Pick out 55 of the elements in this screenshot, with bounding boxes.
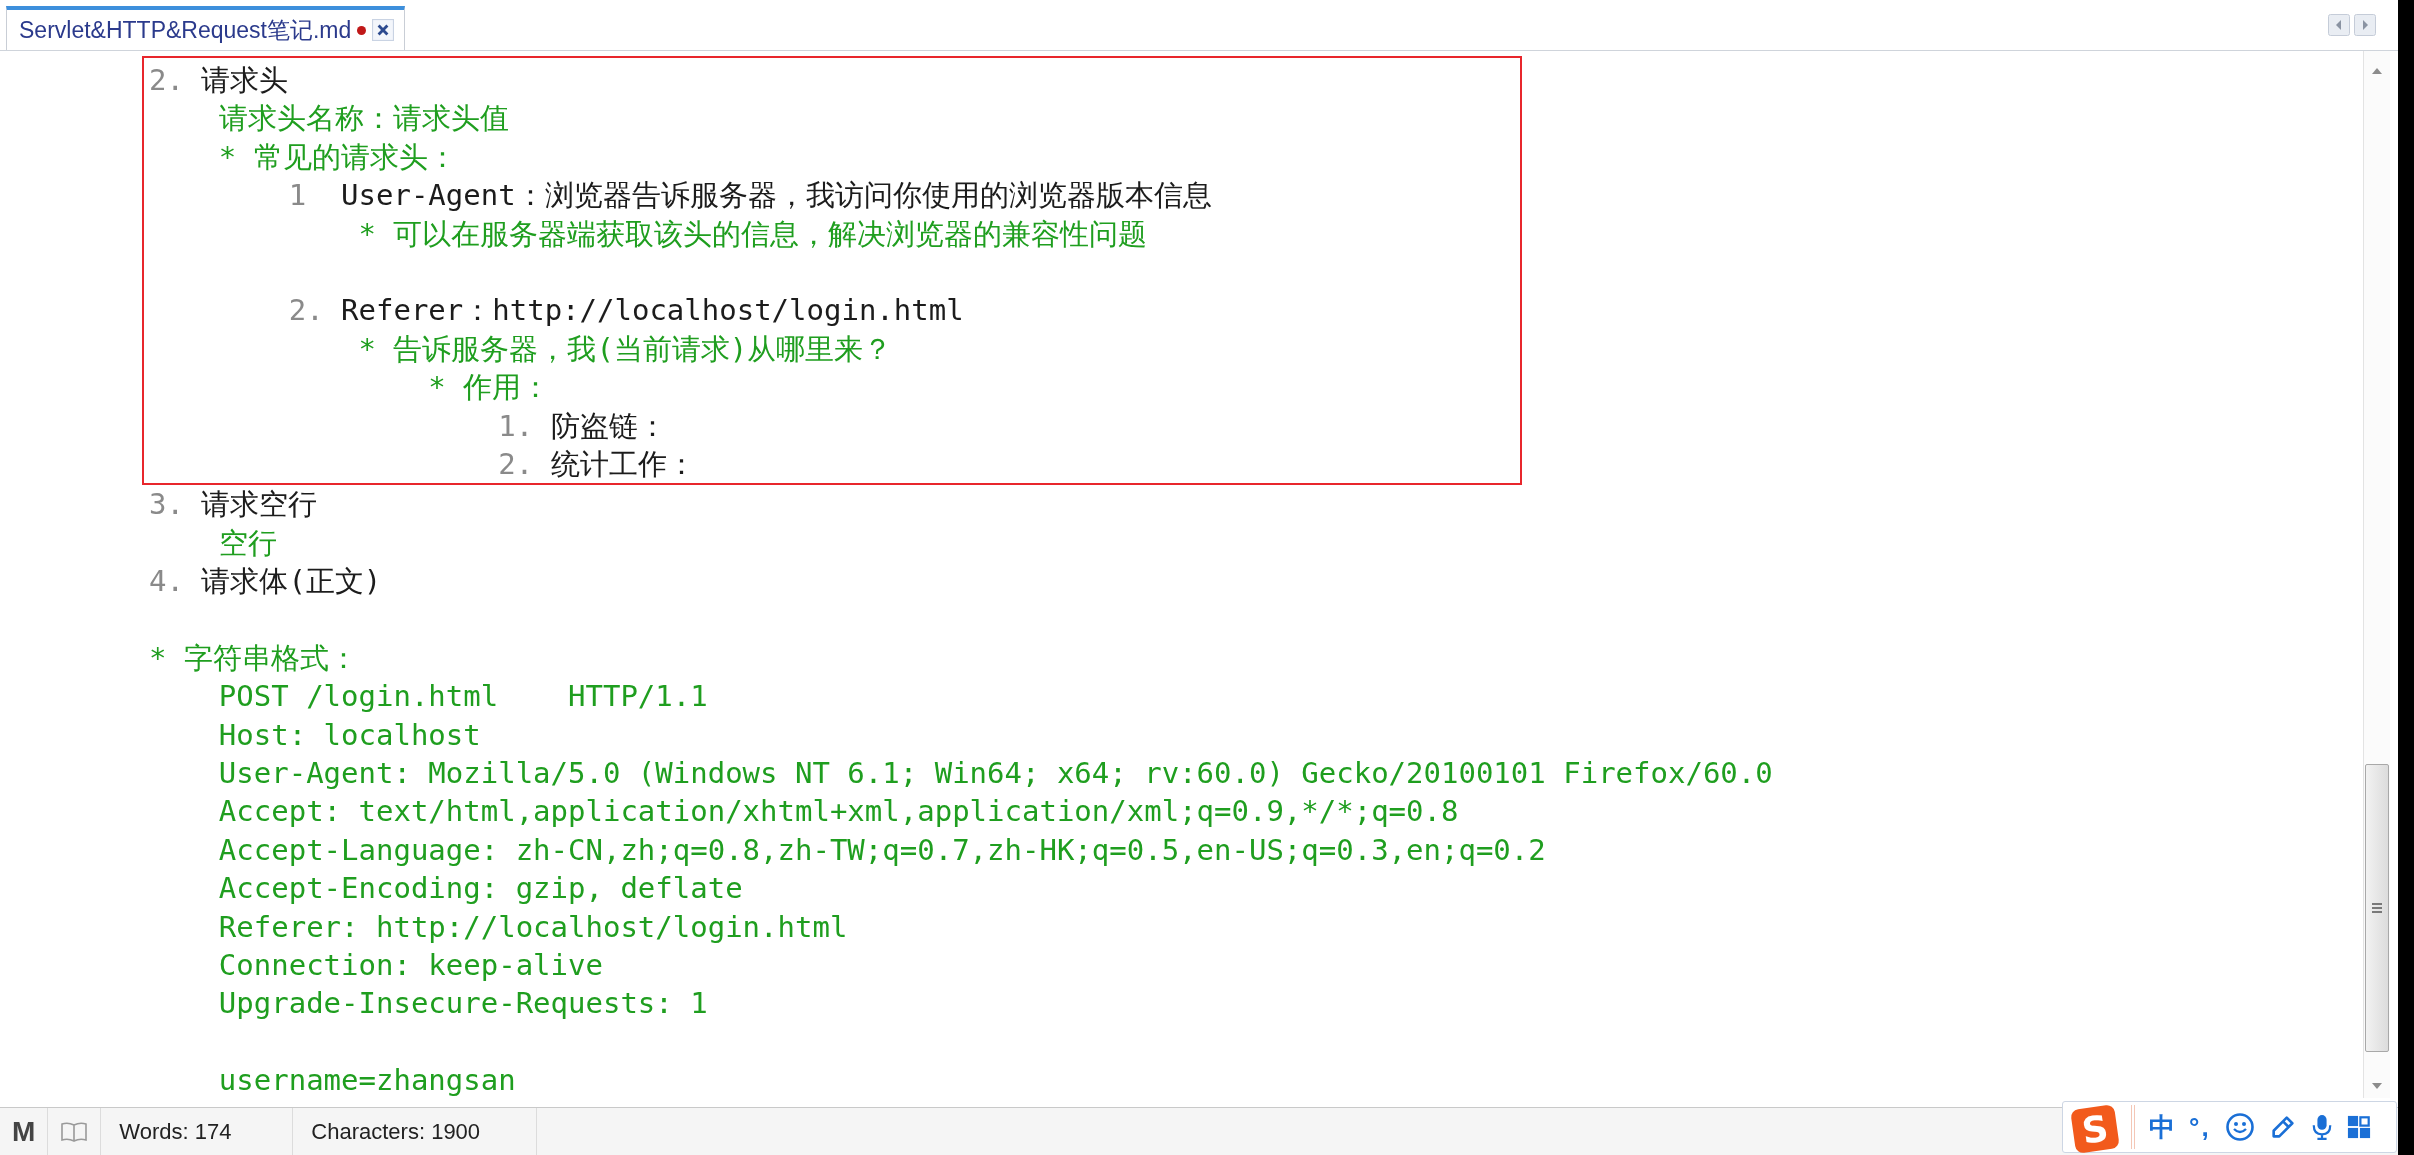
list-item-text: 统计工作：	[550, 445, 696, 483]
scroll-right-icon[interactable]	[2354, 14, 2376, 36]
code-line: Host: localhost	[218, 716, 481, 754]
grip-icon	[2372, 902, 2382, 914]
bullet-text: 字符串格式：	[183, 639, 358, 677]
code-line: Accept: text/html,application/xhtml+xml,application/xml;q=0.9,*/*;q=0.8	[218, 793, 1459, 831]
character-count: Characters: 1900	[311, 1118, 481, 1145]
file-tab[interactable]: Servlet&HTTP&Request笔记.md	[6, 6, 406, 50]
text-line: 空行	[218, 524, 277, 562]
bullet-marker: *	[358, 330, 377, 368]
list-number: 2.	[288, 292, 325, 330]
list-item-text: 请求空行	[201, 486, 318, 524]
markdown-mode-label[interactable]: M	[12, 1115, 36, 1148]
list-number: 3.	[149, 486, 185, 524]
scroll-down-icon[interactable]	[2371, 1082, 2383, 1090]
input-mode-toggle[interactable]: 中	[2149, 1109, 2175, 1145]
book-icon[interactable]	[60, 1120, 89, 1143]
bullet-marker: *	[358, 215, 377, 253]
close-icon[interactable]	[372, 19, 395, 41]
code-line: Accept-Encoding: gzip, deflate	[218, 870, 743, 908]
bullet-marker: *	[428, 369, 447, 407]
code-line: username=zhangsan	[218, 1062, 516, 1100]
scroll-up-icon[interactable]	[2371, 67, 2383, 75]
scrollbar-thumb[interactable]	[2365, 764, 2389, 1052]
bullet-text: 常见的请求头：	[253, 138, 457, 176]
grid-icon[interactable]	[2346, 1114, 2371, 1140]
code-line: Upgrade-Insecure-Requests: 1	[218, 985, 708, 1023]
list-number: 4.	[149, 563, 185, 601]
text-line: 请求头名称：请求头值	[218, 100, 509, 138]
code-line: Connection: keep-alive	[218, 947, 603, 984]
code-line: POST /login.html HTTP/1.1	[218, 678, 708, 716]
list-number: 2.	[149, 62, 185, 99]
list-number: 2.	[498, 445, 535, 483]
list-item-text: User-Agent：浏览器告诉服务器，我访问你使用的浏览器版本信息	[341, 177, 1212, 215]
list-item-text: Referer：http://localhost/login.html	[341, 292, 964, 330]
list-number: 1	[288, 177, 308, 215]
word-count: Words: 174	[119, 1118, 232, 1145]
bullet-text: 作用：	[463, 369, 551, 407]
bullet-text: 可以在服务器端获取该头的信息，解决浏览器的兼容性问题	[393, 215, 1148, 253]
list-number: 1.	[498, 407, 535, 445]
code-line: Referer: http://localhost/login.html	[218, 908, 848, 946]
list-item-text: 请求体(正文)	[201, 563, 382, 601]
microphone-icon[interactable]	[2310, 1112, 2333, 1142]
code-line: User-Agent: Mozilla/5.0 (Windows NT 6.1; Win64; x64; rv:60.0) Gecko/20100101 Firefox/60.0	[218, 755, 1773, 793]
code-line: Accept-Language: zh-CN,zh;q=0.8,zh-TW;q=0.7,zh-HK;q=0.5,en-US;q=0.3,en;q=0.2	[218, 831, 1546, 869]
tab-title: Servlet&HTTP&Request笔记.md	[19, 15, 352, 45]
bullet-text: 告诉服务器，我(当前请求)从哪里来？	[393, 330, 893, 368]
list-item-text: 请求头	[201, 62, 289, 99]
scroll-left-icon[interactable]	[2328, 14, 2350, 36]
input-method-logo[interactable]: S	[2070, 1104, 2120, 1154]
smiley-icon[interactable]	[2224, 1112, 2255, 1142]
bullet-marker: *	[218, 138, 238, 176]
list-item-text: 防盗链：	[550, 407, 667, 445]
bullet-marker: *	[149, 639, 168, 677]
punctuation-toggle[interactable]: °,	[2189, 1111, 2211, 1143]
